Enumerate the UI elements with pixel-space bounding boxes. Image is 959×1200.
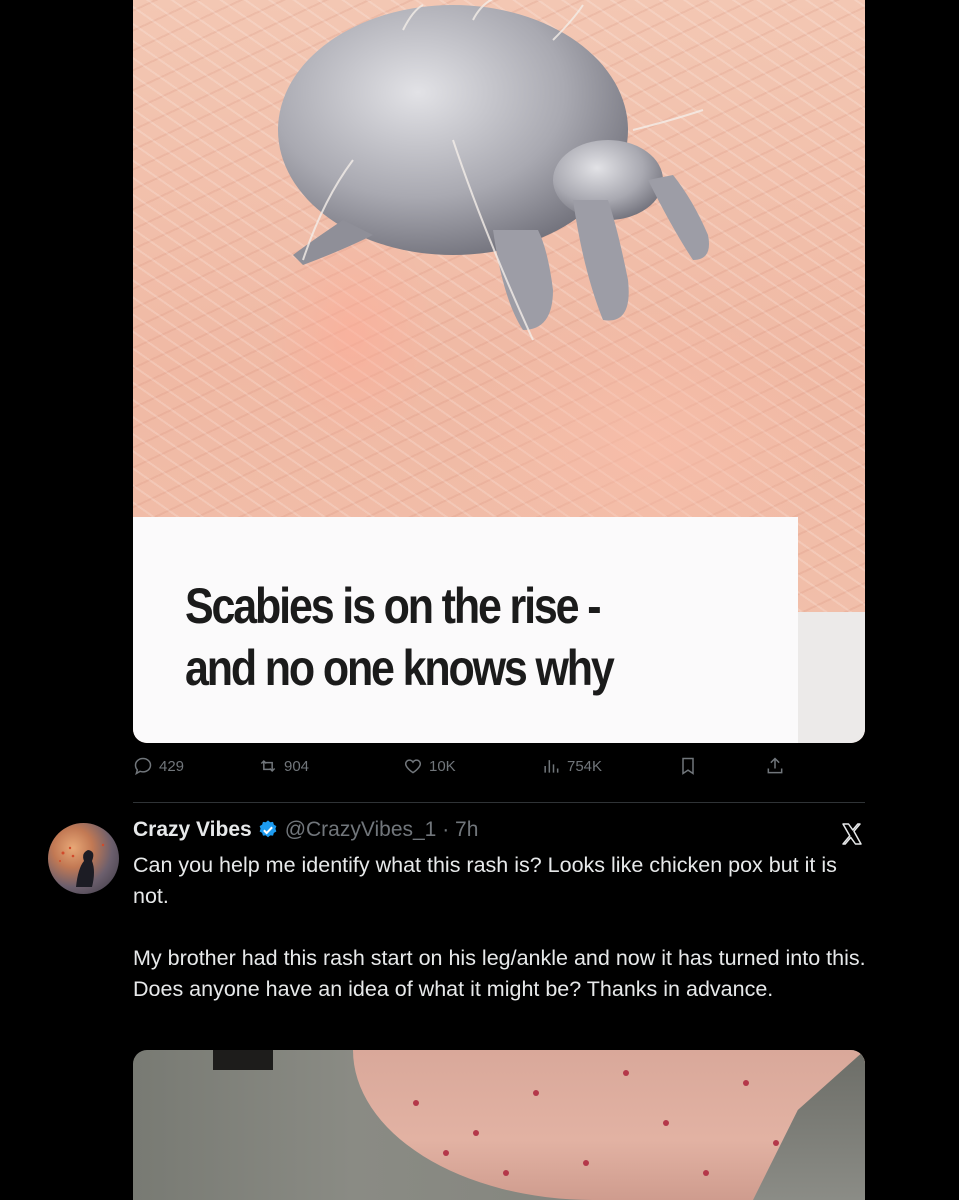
rash-photo[interactable] [133, 1050, 865, 1200]
avatar-silhouette [59, 843, 105, 887]
tweet-divider [133, 802, 865, 803]
verified-icon [259, 820, 277, 838]
mite-illustration [278, 0, 709, 341]
tweet-body: Can you help me identify what this rash … [133, 853, 866, 1001]
headline-side-block [798, 612, 865, 743]
like-button[interactable]: 10K [403, 756, 456, 776]
reply-icon [134, 757, 152, 776]
views-count: 754K [567, 757, 603, 775]
reply-count: 429 [159, 757, 185, 775]
avatar[interactable] [48, 823, 119, 894]
like-count: 10K [429, 757, 456, 775]
x-logo-icon[interactable] [840, 822, 864, 846]
bookmark-button[interactable] [678, 756, 698, 776]
repost-count: 904 [284, 757, 310, 775]
article-card-image[interactable]: Scabies is on the rise - and no one know… [133, 0, 865, 743]
tweet-header: Crazy Vibes @CrazyVibes_1 · 7h [133, 818, 478, 842]
rash-photo-dark-object [213, 1050, 273, 1070]
views-icon [544, 760, 559, 773]
like-icon [404, 759, 422, 774]
repost-button[interactable]: 904 [258, 756, 309, 776]
bookmark-icon [682, 757, 694, 775]
views-button[interactable]: 754K [541, 756, 602, 776]
author-name[interactable]: Crazy Vibes [133, 818, 252, 842]
author-handle-time[interactable]: @CrazyVibes_1 · 7h [285, 818, 479, 842]
repost-icon [260, 759, 276, 773]
reply-button[interactable]: 429 [133, 756, 184, 776]
share-button[interactable] [765, 756, 785, 776]
headline-line-1: Scabies is on the rise - [185, 578, 602, 634]
article-headline: Scabies is on the rise - and no one know… [185, 575, 684, 699]
share-icon [767, 757, 783, 774]
tweet-action-bar: 429 904 10K 754K [133, 756, 865, 786]
headline-line-2: and no one knows why [185, 640, 615, 696]
headline-panel: Scabies is on the rise - and no one know… [133, 517, 798, 743]
